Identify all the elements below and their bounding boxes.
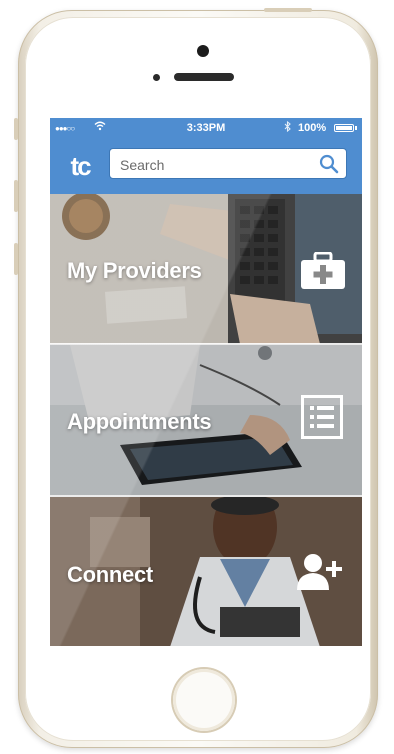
tile-appointments[interactable]: Appointments (50, 345, 362, 495)
earpiece-speaker (174, 73, 234, 81)
search-box[interactable] (109, 148, 347, 180)
volume-down-button (14, 243, 18, 275)
mute-switch (14, 118, 18, 140)
tile-connect[interactable]: Connect (50, 497, 362, 646)
bluetooth-icon (284, 120, 292, 135)
medical-kit-icon (300, 251, 346, 295)
battery-tip (355, 126, 357, 130)
tile-label-my-providers: My Providers (67, 258, 202, 283)
tile-my-providers[interactable]: My Providers (50, 194, 362, 344)
search-input[interactable] (118, 149, 312, 180)
battery-icon (334, 124, 354, 132)
proximity-sensor (153, 74, 160, 81)
add-user-icon (296, 552, 346, 597)
list-icon (301, 395, 343, 444)
header-bar: tc (50, 138, 362, 194)
volume-up-button (14, 180, 18, 212)
search-icon[interactable] (319, 154, 339, 174)
tile-label-appointments: Appointments (67, 409, 212, 434)
tile-label-connect: Connect (67, 562, 153, 587)
app-screen: ●●●○○ 3:33PM 100% tc Search My Providers… (50, 118, 362, 646)
app-logo[interactable]: tc (60, 150, 100, 182)
battery-percentage: 100% (298, 122, 327, 134)
power-button (264, 8, 312, 12)
status-bar: ●●●○○ 3:33PM 100% (50, 118, 362, 138)
home-button[interactable] (173, 669, 235, 731)
front-camera (197, 45, 209, 57)
